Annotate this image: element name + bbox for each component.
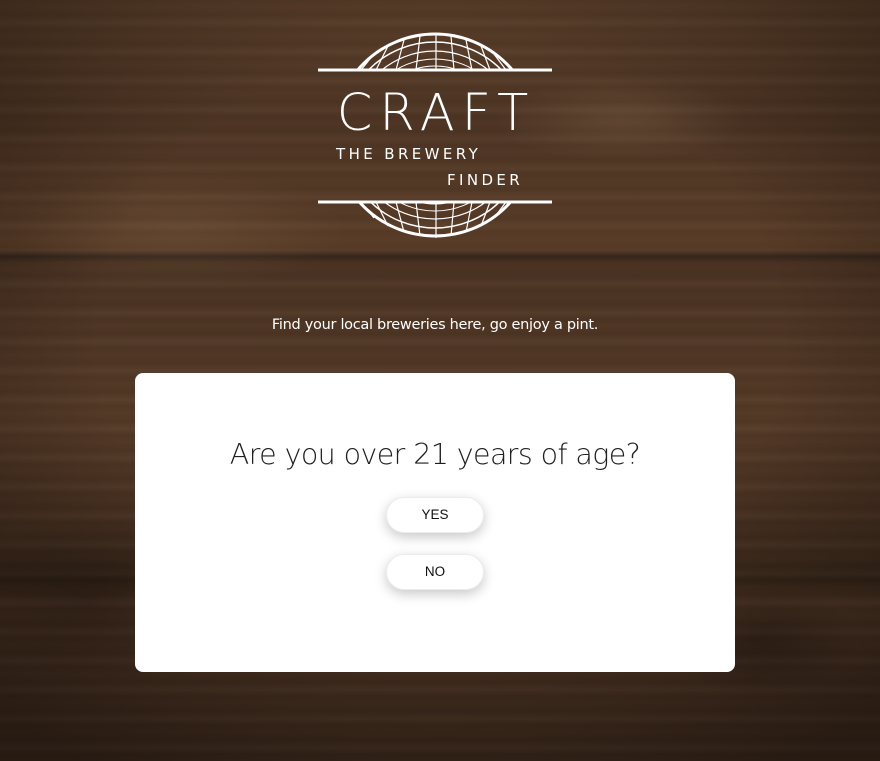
yes-button[interactable]: YES (386, 497, 484, 533)
age-verification-modal: Are you over 21 years of age? YES NO (135, 373, 735, 672)
logo-subtitle-line2: FINDER (447, 171, 524, 189)
craft-logo: CRAFT THE BREWERY FINDER (316, 32, 554, 242)
no-button[interactable]: NO (386, 554, 484, 590)
tagline: Find your local breweries here, go enjoy… (271, 317, 599, 333)
logo-subtitle-line1: THE BREWERY (336, 145, 482, 163)
logo-title: CRAFT (336, 84, 536, 143)
age-question: Are you over 21 years of age? (229, 438, 641, 471)
